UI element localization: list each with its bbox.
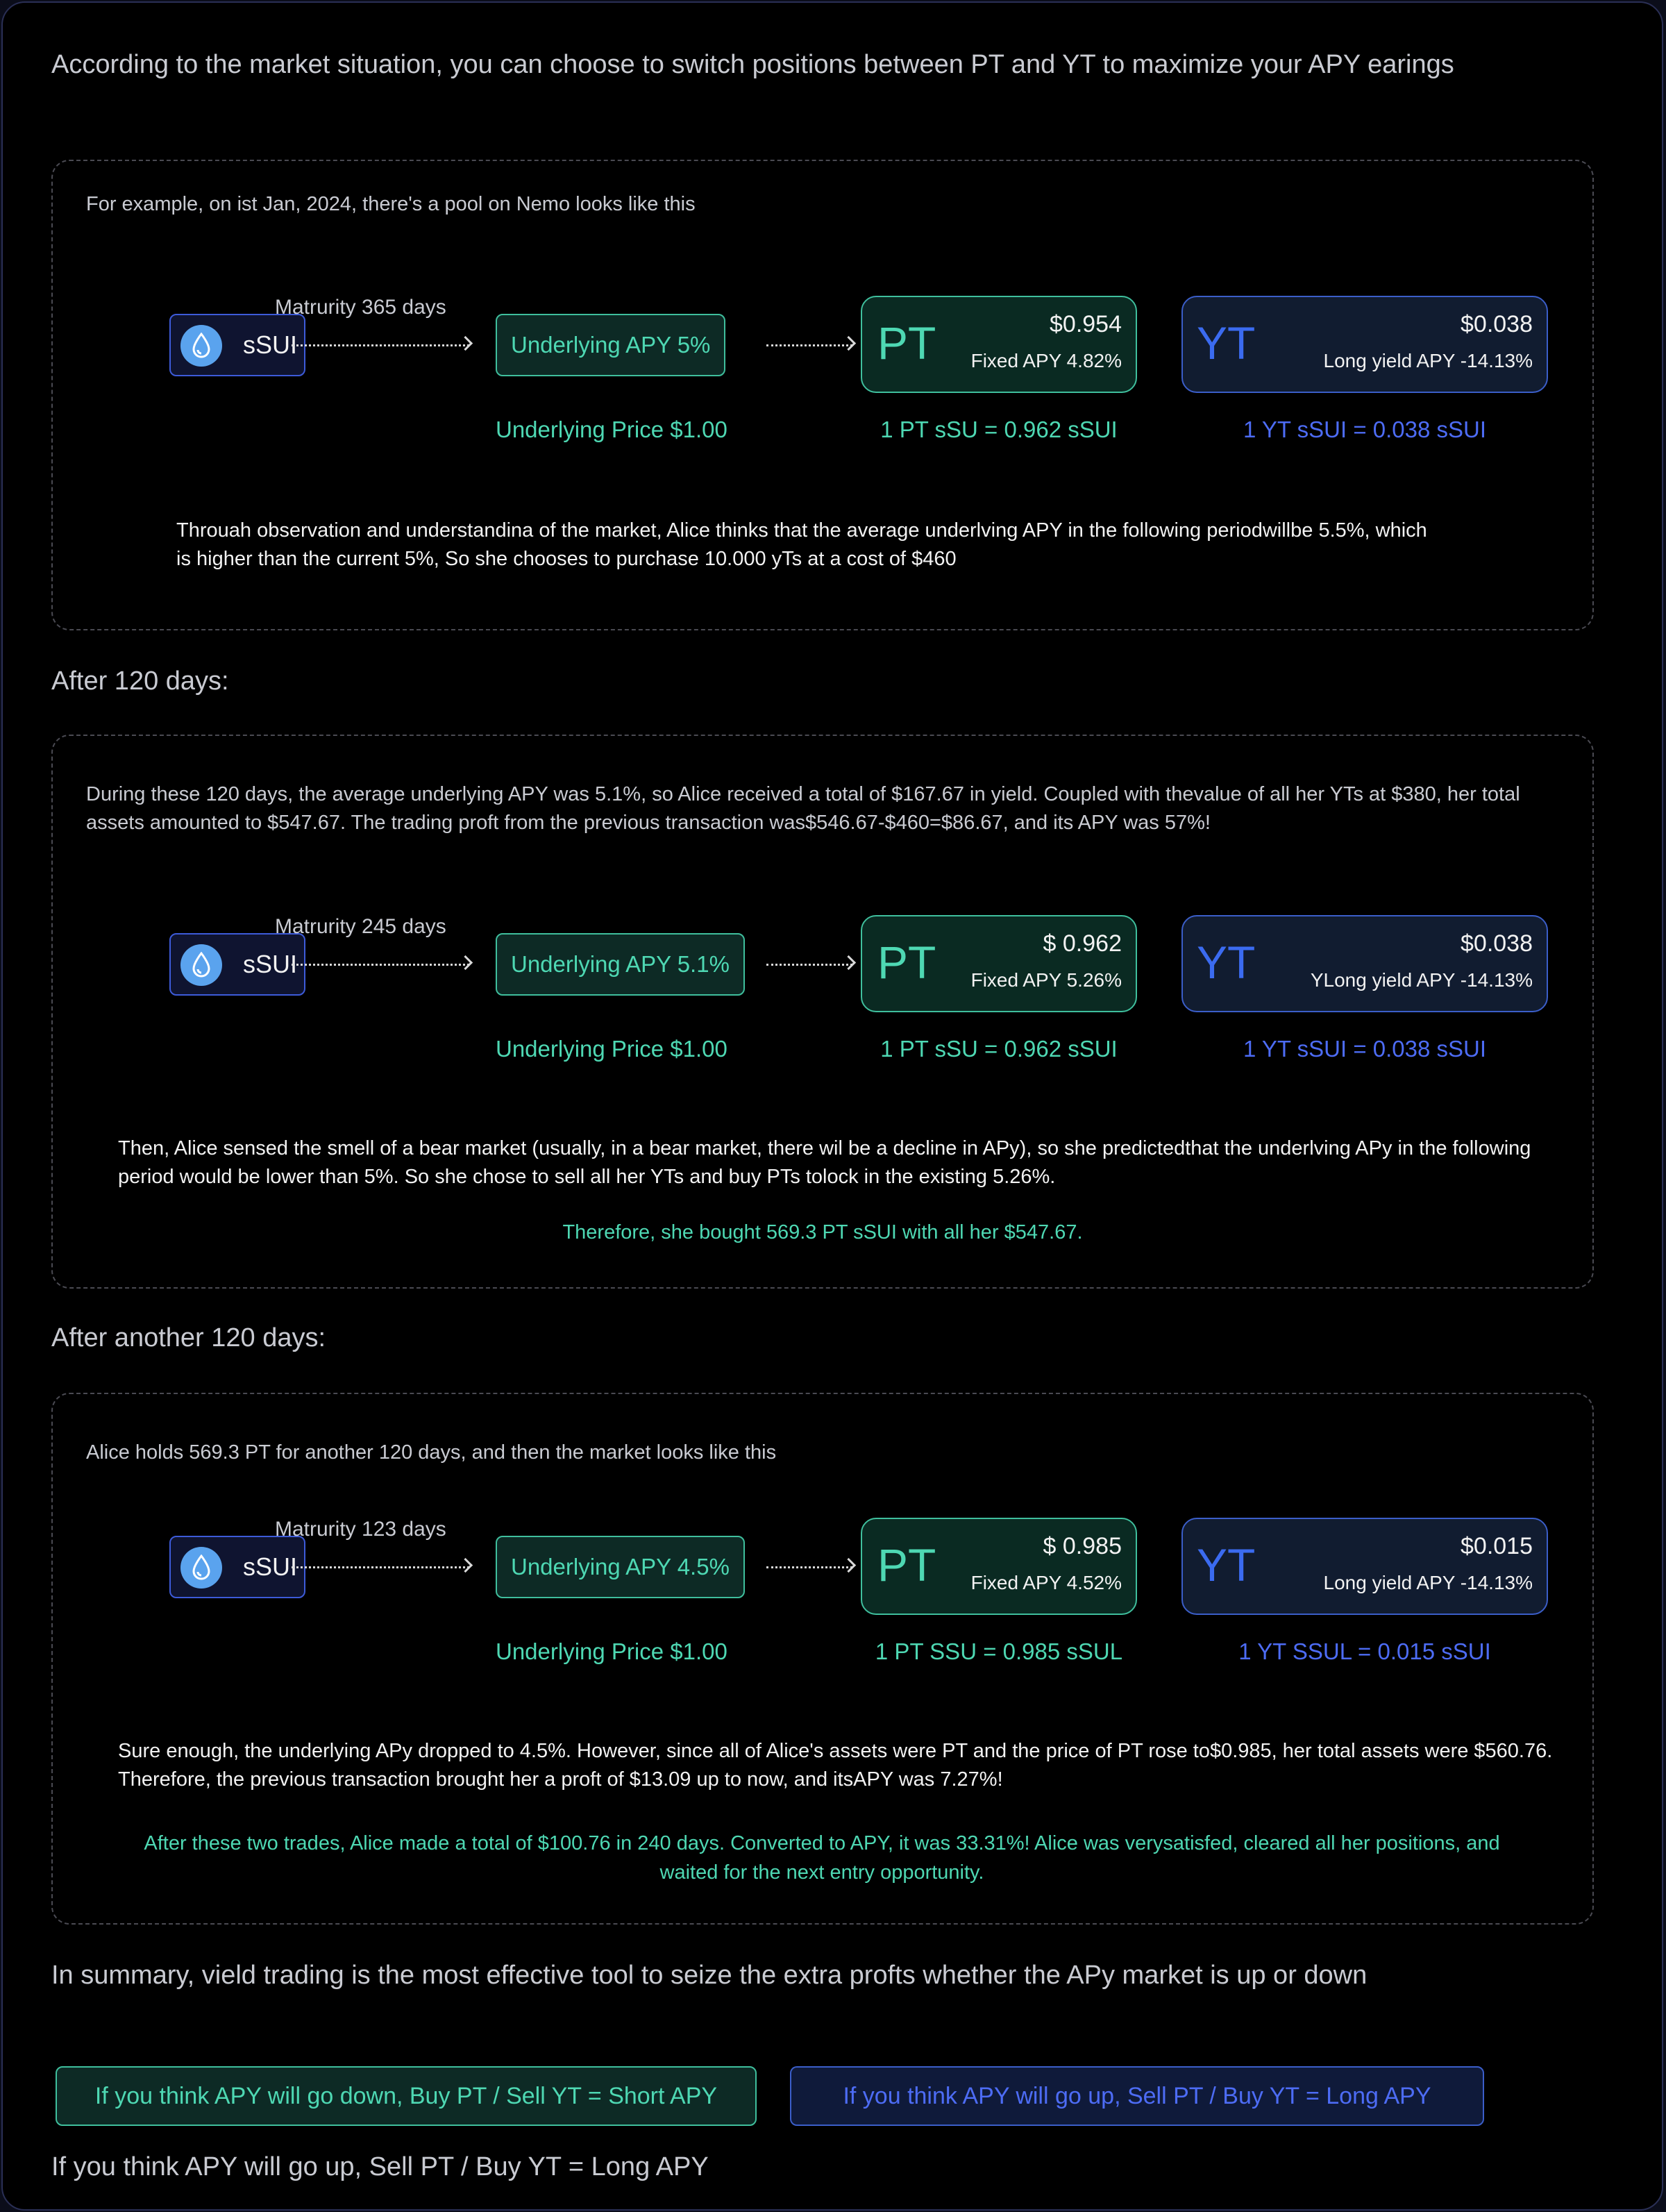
yt-long-yield-apy: Long yield APY -14.13% [1323, 1572, 1533, 1593]
ssui-token-chip: sSUI [169, 1536, 305, 1598]
maturity-label: Matrurity 245 days [275, 915, 446, 938]
pt-conversion: 1 PT SSU = 0.985 sSUL [875, 1639, 1123, 1664]
intro-text: According to the market situation, you c… [51, 50, 1454, 79]
example-panel-1: For example, on ist Jan, 2024, there's a… [51, 160, 1594, 630]
section3-highlight: After these two trades, Alice made a tot… [144, 1832, 1500, 1884]
pt-card: PT $0.954 Fixed APY 4.82% [861, 296, 1137, 393]
pt-price: $ 0.962 [1043, 930, 1122, 957]
market-row-3: sSUI Matrurity 123 days Underlying APY 4… [53, 1518, 1592, 1712]
pt-letter: PT [877, 937, 936, 988]
section3-note: Sure enough, the underlying APy dropped … [118, 1740, 1553, 1791]
pt-card: PT $ 0.985 Fixed APY 4.52% [861, 1518, 1137, 1615]
short-apy-strategy-button[interactable]: If you think APY will go down, Buy PT / … [56, 2066, 757, 2126]
underlying-price: Underlying Price $1.00 [496, 1639, 727, 1664]
yt-conversion: 1 YT sSUI = 0.038 sSUI [1243, 417, 1487, 442]
maturity-label: Matrurity 365 days [275, 296, 446, 319]
pt-card: PT $ 0.962 Fixed APY 5.26% [861, 915, 1137, 1012]
underlying-apy-box: Underlying APY 5% [496, 314, 726, 376]
pt-fixed-apy: Fixed APY 4.82% [970, 350, 1122, 371]
pt-price: $0.954 [1050, 311, 1122, 337]
ssui-label: sSUI [243, 1552, 298, 1581]
ssui-label: sSUI [243, 330, 298, 359]
underlying-apy-box: Underlying APY 4.5% [496, 1536, 745, 1598]
section3-lead: Alice holds 569.3 PT for another 120 day… [86, 1441, 777, 1464]
arrow-icon [292, 344, 469, 358]
heading-after-120-days: After 120 days: [51, 667, 229, 696]
pt-conversion: 1 PT sSU = 0.962 sSUI [880, 1036, 1118, 1062]
ssui-label: sSUI [243, 950, 298, 978]
maturity-label: Matrurity 123 days [275, 1518, 446, 1541]
yt-long-yield-apy: Long yield APY -14.13% [1323, 350, 1533, 371]
arrow-icon [292, 964, 469, 978]
underlying-price: Underlying Price $1.00 [496, 1036, 727, 1062]
summary-text: In summary, vield trading is the most ef… [51, 1961, 1368, 1990]
example-panel-3: Alice holds 569.3 PT for another 120 day… [51, 1393, 1594, 1925]
yt-conversion: 1 YT sSUI = 0.038 sSUI [1243, 1036, 1487, 1062]
ssui-token-chip: sSUI [169, 933, 305, 996]
arrow-icon [766, 964, 852, 978]
arrow-icon [766, 344, 852, 358]
water-drop-icon [180, 944, 222, 986]
section1-note: Throuah observation and understandina of… [176, 519, 1427, 570]
ssui-token-chip: sSUI [169, 314, 305, 376]
underlying-apy-box: Underlying APY 5.1% [496, 933, 745, 996]
yt-letter: YT [1197, 1539, 1256, 1591]
arrow-icon [766, 1566, 852, 1580]
water-drop-icon [180, 1547, 222, 1589]
section1-lead: For example, on ist Jan, 2024, there's a… [86, 193, 696, 215]
water-drop-icon [180, 325, 222, 367]
yt-price: $0.038 [1461, 930, 1533, 957]
yt-card: YT $0.015 Long yield APY -14.13% [1181, 1518, 1548, 1615]
underlying-price: Underlying Price $1.00 [496, 417, 727, 442]
pt-letter: PT [877, 1539, 936, 1591]
example-panel-2: During these 120 days, the average under… [51, 735, 1594, 1289]
yt-letter: YT [1197, 317, 1256, 369]
pt-fixed-apy: Fixed APY 5.26% [970, 969, 1122, 991]
section2-note: Then, Alice sensed the smell of a bear m… [118, 1137, 1531, 1188]
section2-lead: During these 120 days, the average under… [86, 783, 1520, 834]
yt-card: YT $0.038 YLong yield APY -14.13% [1181, 915, 1548, 1012]
yt-price: $0.015 [1461, 1533, 1533, 1559]
heading-after-another-120-days: After another 120 days: [51, 1323, 326, 1352]
yt-long-yield-apy: YLong yield APY -14.13% [1310, 969, 1533, 991]
yt-price: $0.038 [1461, 311, 1533, 337]
footer-text: If you think APY will go up, Sell PT / B… [51, 2152, 709, 2181]
pt-price: $ 0.985 [1043, 1533, 1122, 1559]
pt-fixed-apy: Fixed APY 4.52% [970, 1572, 1122, 1593]
yt-letter: YT [1197, 937, 1256, 988]
yt-card: YT $0.038 Long yield APY -14.13% [1181, 296, 1548, 393]
section2-highlight: Therefore, she bought 569.3 PT sSUI with… [562, 1221, 1083, 1243]
pt-conversion: 1 PT sSU = 0.962 sSUI [880, 417, 1118, 442]
long-apy-strategy-button[interactable]: If you think APY will go up, Sell PT / B… [790, 2066, 1484, 2126]
market-row-1: sSUI Matrurity 365 days Underlying APY 5… [53, 296, 1592, 490]
market-row-2: sSUI Matrurity 245 days Underlying APY 5… [53, 915, 1592, 1109]
arrow-icon [292, 1566, 469, 1580]
yt-conversion: 1 YT SSUL = 0.015 sSUI [1238, 1639, 1491, 1664]
pt-letter: PT [877, 317, 936, 369]
